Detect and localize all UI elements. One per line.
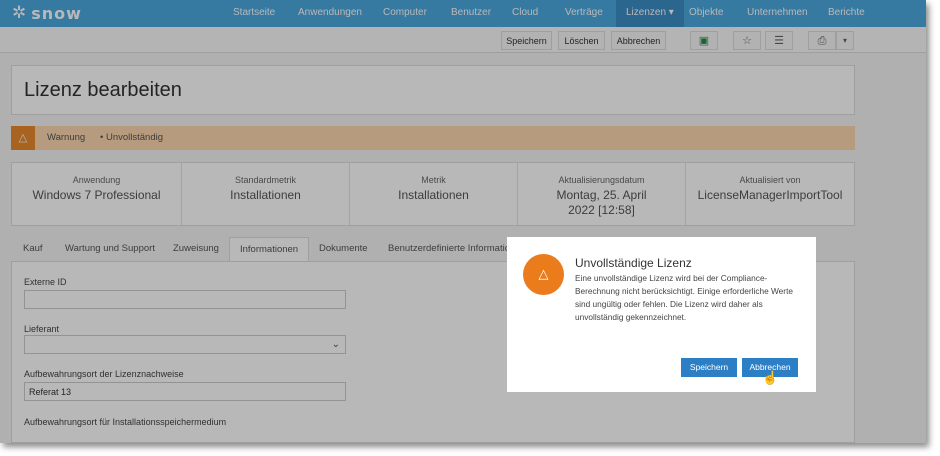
dialog-title: Unvollständige Lizenz — [575, 256, 692, 270]
dialog-message: Eine unvollständige Lizenz wird bei der … — [575, 273, 793, 322]
incomplete-license-dialog: △ Unvollständige Lizenz Eine unvollständ… — [507, 237, 816, 392]
warning-icon: △ — [523, 254, 564, 295]
app-window: ✲ snow Startseite Anwendungen Computer Be… — [0, 0, 926, 443]
dialog-save-button[interactable]: Speichern — [681, 358, 737, 377]
hand-cursor-icon: ☝ — [762, 370, 779, 385]
